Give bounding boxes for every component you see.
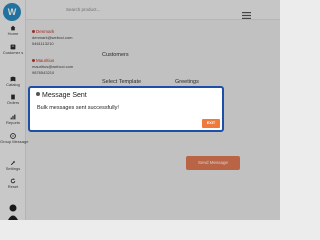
dialog-title: Message Sent [36, 92, 87, 100]
exit-button[interactable]: EXIT [202, 119, 220, 128]
dialog-status-icon [36, 92, 40, 97]
message-sent-dialog: Message Sent Bulk messages sent successf… [28, 86, 224, 132]
dialog-message: Bulk messages sent successfully! [37, 105, 119, 111]
